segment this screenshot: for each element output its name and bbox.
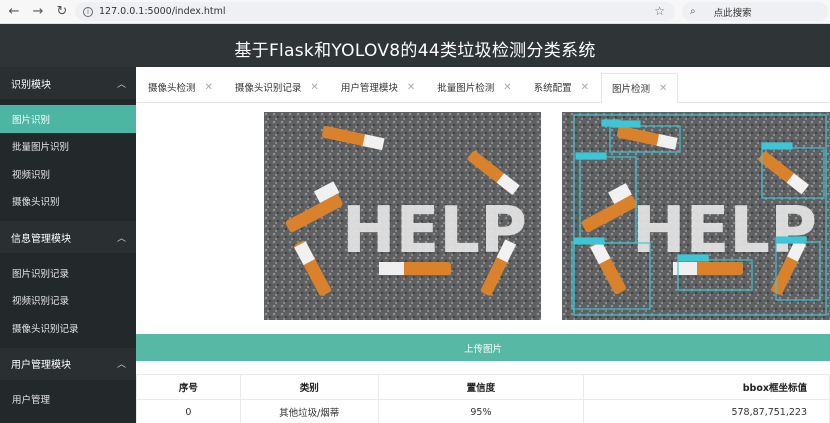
table-header-row: 序号 类别 置信度 bbox框坐标值: [136, 374, 830, 400]
tab-camera-detection[interactable]: 摄像头检测 ✕: [138, 72, 223, 102]
tab-label: 批量图片检测: [437, 83, 495, 94]
sidebar-item-video-recognition[interactable]: 视频识别: [0, 160, 136, 188]
cell-index: 0: [136, 399, 241, 423]
table-row[interactable]: 0 其他垃圾/烟蒂 95% 578,87,751,223: [136, 399, 830, 423]
tab-camera-records[interactable]: 摄像头识别记录 ✕: [225, 72, 329, 102]
section-title: 用户管理模块: [11, 360, 71, 371]
sidebar: 识别模块 ︿ 图片识别 批量图片识别 视频识别 摄像头识别 信息管理模块 ︿ 图…: [0, 67, 136, 423]
tab-user-management[interactable]: 用户管理模块 ✕: [331, 72, 425, 102]
tab-batch-image-detection[interactable]: 批量图片检测 ✕: [427, 72, 521, 102]
column-header-index: 序号: [136, 374, 241, 400]
results-table: 序号 类别 置信度 bbox框坐标值 0 其他垃圾/烟蒂 95% 578,87,…: [136, 374, 830, 423]
close-icon[interactable]: ✕: [659, 83, 667, 94]
close-icon[interactable]: ✕: [310, 82, 318, 93]
browser-search-input[interactable]: ⌕ 点此搜索: [682, 2, 828, 21]
sidebar-item-camera-recognition[interactable]: 摄像头识别: [0, 188, 136, 216]
address-bar[interactable]: i 127.0.0.1:5000/index.html ☆: [75, 2, 675, 21]
sidebar-item-camera-records[interactable]: 摄像头识别记录: [0, 314, 136, 342]
close-icon[interactable]: ✕: [205, 82, 213, 93]
page-title: 基于Flask和YOLOV8的44类垃圾检测分类系统: [234, 41, 596, 61]
sidebar-section-recognition[interactable]: 识别模块 ︿: [0, 67, 136, 99]
cell-bbox: 578,87,751,223: [583, 399, 830, 423]
column-header-class: 类别: [239, 374, 379, 400]
sidebar-section-info-management[interactable]: 信息管理模块 ︿: [0, 221, 136, 253]
detection-result-image: HELP: [562, 112, 830, 320]
cigarettes-image: HELP: [264, 112, 541, 320]
reload-icon[interactable]: ↻: [52, 2, 72, 22]
section-title: 信息管理模块: [11, 233, 71, 245]
cell-class: 其他垃圾/烟蒂: [239, 399, 379, 423]
tab-label: 系统配置: [533, 83, 572, 94]
url-text: 127.0.0.1:5000/index.html: [99, 6, 226, 17]
tab-bar: 摄像头检测 ✕ 摄像头识别记录 ✕ 用户管理模块 ✕ 批量图片检测 ✕ 系统配置 ✕ 图片…: [136, 67, 830, 103]
bookmark-star-icon[interactable]: ☆: [654, 4, 665, 18]
sidebar-item-video-records[interactable]: 视频识别记录: [0, 287, 136, 315]
original-image: HELP: [264, 112, 541, 320]
app-header: 基于Flask和YOLOV8的44类垃圾检测分类系统: [0, 24, 830, 67]
chevron-up-icon: ︿: [116, 360, 126, 370]
sidebar-section-user-management[interactable]: 用户管理模块 ︿: [0, 347, 136, 380]
forward-icon[interactable]: →: [28, 2, 48, 22]
sidebar-item-user-management[interactable]: 用户管理: [0, 386, 136, 414]
search-icon: ⌕: [690, 6, 696, 17]
browser-toolbar: ← → ↻ i 127.0.0.1:5000/index.html ☆ ⌕ 点此…: [0, 0, 830, 24]
search-placeholder: 点此搜索: [713, 7, 752, 19]
cigarettes-detected-image: HELP: [562, 112, 830, 320]
tab-label: 图片检测: [612, 84, 651, 95]
tab-label: 摄像头识别记录: [234, 83, 302, 94]
chevron-up-icon: ︿: [116, 233, 126, 244]
chevron-up-icon: ︿: [116, 79, 126, 90]
tab-label: 摄像头检测: [148, 83, 196, 94]
sidebar-item-image-records[interactable]: 图片识别记录: [0, 259, 136, 287]
sidebar-item-batch-image-recognition[interactable]: 批量图片识别: [0, 133, 136, 161]
column-header-confidence: 置信度: [377, 374, 585, 400]
site-info-icon[interactable]: i: [83, 6, 93, 17]
section-title: 识别模块: [11, 79, 51, 91]
tab-image-detection[interactable]: 图片检测 ✕: [601, 73, 679, 103]
close-icon[interactable]: ✕: [581, 82, 589, 93]
sidebar-item-image-recognition[interactable]: 图片识别: [0, 105, 136, 133]
back-icon[interactable]: ←: [4, 2, 24, 22]
column-header-bbox: bbox框坐标值: [583, 374, 830, 400]
tab-system-config[interactable]: 系统配置 ✕: [524, 72, 599, 102]
cell-confidence: 95%: [377, 399, 585, 423]
upload-image-button[interactable]: 上传图片: [136, 334, 830, 361]
close-icon[interactable]: ✕: [503, 82, 511, 93]
tab-label: 用户管理模块: [340, 83, 398, 94]
close-icon[interactable]: ✕: [407, 82, 415, 93]
